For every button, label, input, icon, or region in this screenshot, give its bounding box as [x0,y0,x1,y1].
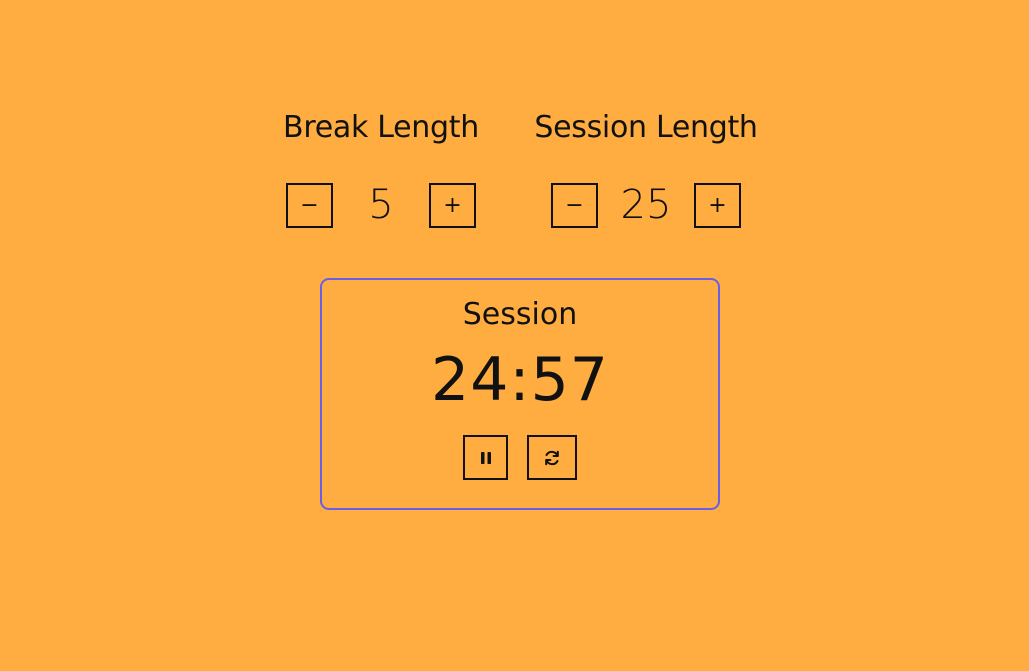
break-label: Break Length [283,110,479,145]
timer-label: Session [462,297,578,332]
break-decrement-button[interactable]: − [286,183,333,228]
session-decrement-button[interactable]: − [551,183,598,228]
break-length-value: 5 [368,182,394,228]
time-left: 24:57 [431,345,609,415]
break-stepper: − 5 + [286,183,476,228]
session-length-value: 25 [620,182,672,228]
session-label: Session Length [534,110,758,145]
start-stop-button[interactable] [463,435,508,480]
session-increment-button[interactable]: + [694,183,741,228]
reset-button[interactable] [527,435,577,480]
refresh-icon [543,449,561,467]
break-control: Break Length − 5 + [251,108,511,228]
session-control: Session Length − 25 + [516,108,776,228]
pause-icon [480,451,492,465]
timer-controls [463,435,577,480]
timer-panel: Session 24:57 [320,278,720,510]
session-stepper: − 25 + [551,183,741,228]
break-increment-button[interactable]: + [429,183,476,228]
